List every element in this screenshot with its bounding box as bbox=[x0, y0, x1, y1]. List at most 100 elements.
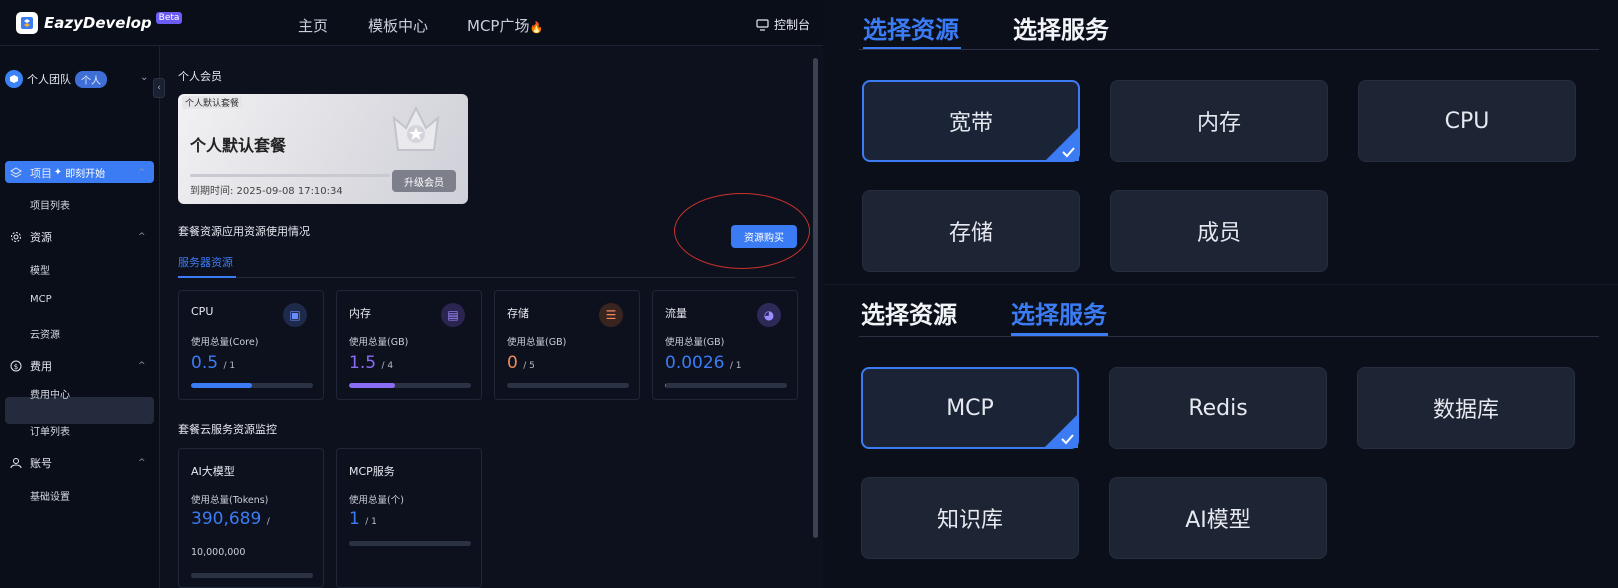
brand-name: EazyDevelop bbox=[44, 14, 152, 32]
svg-text:$: $ bbox=[14, 363, 18, 371]
value-text: 0.5 bbox=[191, 353, 219, 373]
option-bandwidth[interactable]: 宽带 bbox=[862, 80, 1080, 162]
nav-mcp-label: MCP广场 bbox=[467, 17, 530, 35]
upgrade-button[interactable]: 升级会员 bbox=[392, 170, 456, 192]
chevron-up-icon: ^ bbox=[138, 232, 146, 242]
dollar-icon: $ bbox=[10, 360, 22, 372]
monitor-value: 1 / 1 bbox=[349, 509, 377, 529]
total-text: / bbox=[266, 517, 270, 527]
crown-icon bbox=[392, 105, 440, 151]
nav-templates[interactable]: 模板中心 bbox=[368, 15, 428, 36]
user-icon bbox=[10, 458, 22, 469]
team-avatar-icon bbox=[5, 70, 23, 88]
monitor-label: 使用总量(Tokens) bbox=[191, 495, 269, 506]
total-text: / 1 bbox=[365, 517, 377, 527]
resource-value: 0 / 5 bbox=[507, 353, 535, 373]
menu-group-resources[interactable]: 资源 ^ bbox=[10, 229, 146, 245]
tab-server-resources[interactable]: 服务器资源 bbox=[178, 254, 233, 270]
usage-fill bbox=[191, 383, 252, 388]
menu-item-settings[interactable]: 基础设置 bbox=[30, 488, 70, 503]
menu-group-label: 资源 bbox=[30, 231, 52, 244]
menu-item-billing-center[interactable]: 费用中心 bbox=[30, 391, 70, 401]
screen: EazyDevelop Beta 主页 模板中心 MCP广场🔥 控制台 个人团队… bbox=[0, 0, 1618, 588]
console-link[interactable]: 控制台 bbox=[756, 16, 810, 33]
option-memory[interactable]: 内存 bbox=[1110, 80, 1328, 162]
tab-divider bbox=[859, 49, 1599, 50]
option-redis[interactable]: Redis bbox=[1109, 367, 1327, 449]
select-resource-panel: 选择资源 选择服务 宽带 内存 CPU 存储 成员 bbox=[823, 0, 1618, 284]
resource-value: 0.5 / 1 bbox=[191, 353, 235, 373]
cpu-icon: ▣ bbox=[283, 303, 307, 327]
menu-item-cloud[interactable]: 云资源 bbox=[30, 326, 60, 341]
monitor-name: AI大模型 bbox=[191, 465, 235, 478]
usage-bar bbox=[191, 383, 313, 388]
scrollbar[interactable] bbox=[813, 58, 818, 538]
menu-group-label: 费用 bbox=[30, 360, 52, 373]
resource-label: 使用总量(GB) bbox=[507, 337, 567, 348]
option-label: 知识库 bbox=[936, 508, 1003, 533]
check-icon bbox=[1044, 414, 1078, 448]
tab-select-resource[interactable]: 选择资源 bbox=[861, 295, 957, 330]
start-label: 即刻开始 bbox=[65, 168, 106, 180]
resource-value: 0.0026 / 1 bbox=[665, 353, 742, 373]
resource-value: 1.5 / 4 bbox=[349, 353, 393, 373]
total-text: / 1 bbox=[729, 361, 742, 371]
chevron-up-icon: ^ bbox=[138, 361, 146, 371]
chevron-down-icon[interactable]: ⌄ bbox=[140, 72, 148, 83]
tab-divider bbox=[859, 336, 1599, 337]
menu-group-label: 账号 bbox=[30, 457, 52, 470]
usage-section-title: 套餐资源应用资源使用情况 bbox=[178, 225, 310, 238]
tab-select-service[interactable]: 选择服务 bbox=[1013, 10, 1109, 45]
logo-icon bbox=[16, 12, 38, 34]
check-icon bbox=[1045, 127, 1079, 161]
option-members[interactable]: 成员 bbox=[1110, 190, 1328, 272]
annotation-circle bbox=[674, 193, 810, 269]
total-text: / 4 bbox=[381, 361, 394, 371]
menu-item-orders[interactable]: 订单列表 bbox=[30, 423, 70, 438]
tab-select-resource[interactable]: 选择资源 bbox=[863, 10, 959, 45]
option-label: 内存 bbox=[1196, 111, 1241, 136]
resource-card-cpu: CPU ▣ 使用总量(Core) 0.5 / 1 bbox=[178, 290, 324, 400]
member-section-title: 个人会员 bbox=[178, 70, 222, 83]
option-ai-model[interactable]: AI模型 bbox=[1109, 477, 1327, 559]
member-expire-time: 到期时间: 2025-09-08 17:10:34 bbox=[190, 186, 343, 197]
value-text: 390,689 bbox=[191, 509, 262, 529]
tab-select-service[interactable]: 选择服务 bbox=[1011, 295, 1107, 330]
usage-bar bbox=[191, 573, 313, 578]
value-text: 1 bbox=[349, 509, 360, 529]
chevron-up-icon: ^ bbox=[138, 168, 146, 178]
resource-card-storage: 存储 ☰ 使用总量(GB) 0 / 5 bbox=[494, 290, 640, 400]
monitor-section-title: 套餐云服务资源监控 bbox=[178, 423, 277, 436]
option-cpu[interactable]: CPU bbox=[1358, 80, 1576, 162]
option-storage[interactable]: 存储 bbox=[862, 190, 1080, 272]
resource-card-memory: 内存 ▤ 使用总量(GB) 1.5 / 4 bbox=[336, 290, 482, 400]
menu-group-account[interactable]: 账号 ^ bbox=[10, 455, 146, 471]
monitor-name: MCP服务 bbox=[349, 465, 395, 478]
option-mcp[interactable]: MCP bbox=[861, 367, 1079, 449]
nav-home[interactable]: 主页 bbox=[298, 15, 328, 36]
menu-group-projects[interactable]: 项目 ^ bbox=[10, 165, 146, 181]
menu-group-billing[interactable]: $ 费用 ^ bbox=[10, 358, 146, 374]
usage-bar bbox=[665, 383, 787, 388]
team-switcher[interactable]: 个人团队 个人 bbox=[5, 70, 107, 88]
brand-logo[interactable]: EazyDevelop Beta bbox=[16, 12, 183, 34]
resource-card-traffic: 流量 ◕ 使用总量(GB) 0.0026 / 1 bbox=[652, 290, 798, 400]
menu-item-models[interactable]: 模型 bbox=[30, 262, 50, 277]
resource-name: CPU bbox=[191, 305, 214, 318]
resource-label: 使用总量(GB) bbox=[665, 337, 725, 348]
monitor-card-mcp: MCP服务 使用总量(个) 1 / 1 bbox=[336, 448, 482, 588]
option-database[interactable]: 数据库 bbox=[1357, 367, 1575, 449]
option-knowledge-base[interactable]: 知识库 bbox=[861, 477, 1079, 559]
fire-icon: 🔥 bbox=[529, 21, 544, 34]
tab-divider bbox=[178, 277, 795, 278]
nav-mcp-square[interactable]: MCP广场🔥 bbox=[467, 15, 543, 36]
total-text: / 1 bbox=[223, 361, 236, 371]
menu-item-project-list[interactable]: 项目列表 bbox=[30, 197, 70, 212]
menu-item-mcp[interactable]: MCP bbox=[30, 294, 52, 305]
gear-icon bbox=[11, 232, 21, 242]
collapse-sidebar-icon[interactable]: ‹ bbox=[153, 78, 165, 98]
option-label: MCP bbox=[946, 395, 994, 421]
member-tag: 个人默认套餐 bbox=[182, 96, 243, 109]
monitor-label: 使用总量(个) bbox=[349, 495, 404, 506]
select-service-panel: 选择资源 选择服务 MCP Redis 数据库 知识库 AI模型 bbox=[823, 284, 1618, 588]
